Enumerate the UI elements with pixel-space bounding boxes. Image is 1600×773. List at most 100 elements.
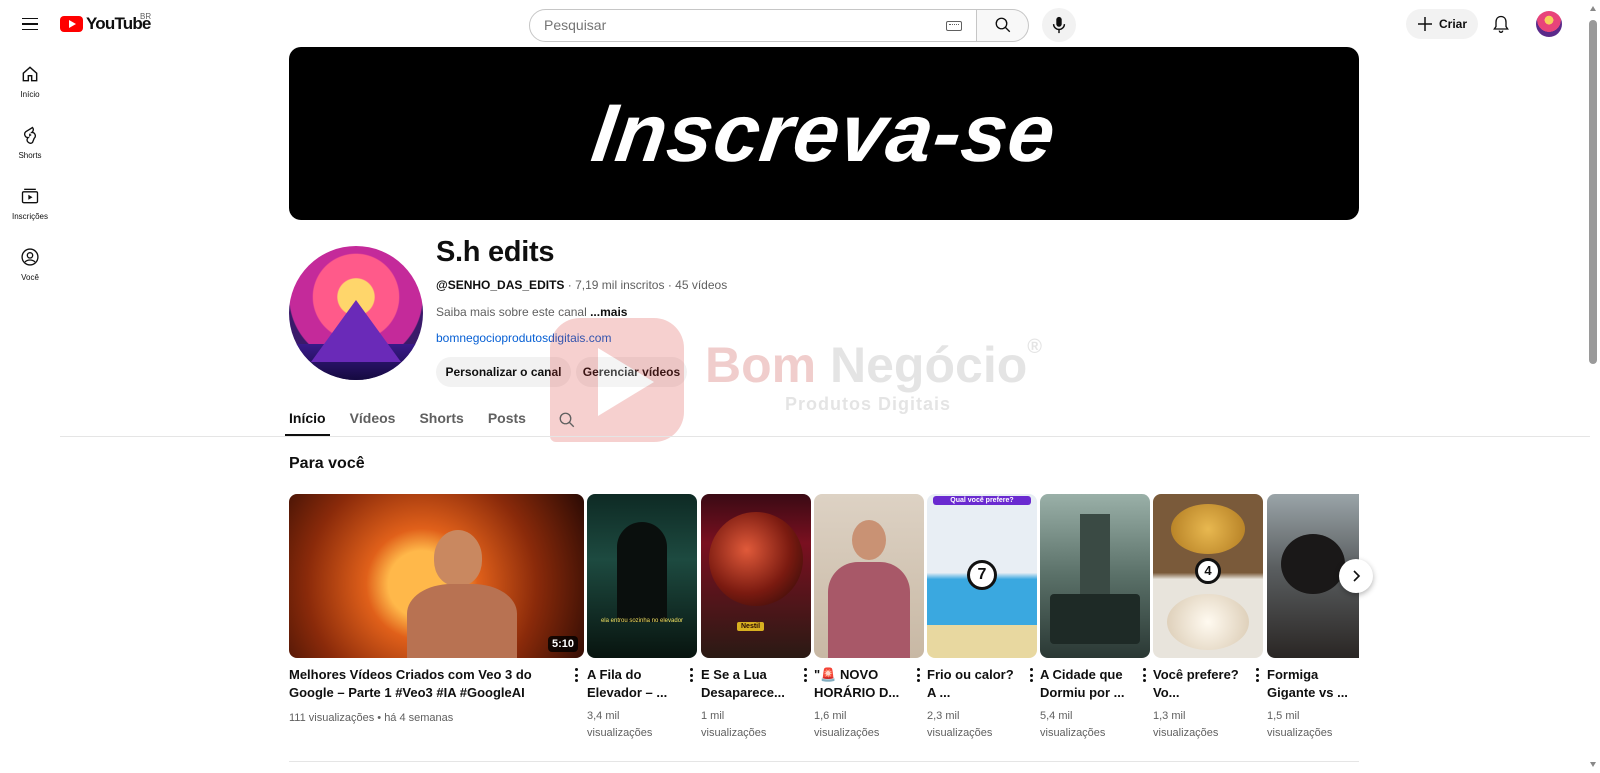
- featured-video-card[interactable]: 5:10 Melhores Vídeos Criados com Veo 3 d…: [289, 494, 584, 727]
- short-thumbnail[interactable]: ela entrou sozinha no elevador: [587, 494, 697, 658]
- search-button[interactable]: [977, 8, 1029, 42]
- short-title[interactable]: "🚨 NOVO HORÁRIO D...: [814, 666, 906, 702]
- views-count: 5,4 mil: [1040, 710, 1073, 722]
- short-card[interactable]: "🚨 NOVO HORÁRIO D... 1,6 mil visualizaçõe…: [814, 494, 924, 742]
- search-box: [529, 8, 977, 42]
- page-scrollbar[interactable]: [1589, 20, 1597, 364]
- search-input[interactable]: [544, 17, 924, 33]
- scroll-down-arrow[interactable]: [1590, 762, 1596, 767]
- channel-avatar: [289, 246, 423, 380]
- create-label: Criar: [1438, 17, 1467, 31]
- customize-channel-button[interactable]: Personalizar o canal: [436, 357, 571, 387]
- views-word: visualizações: [587, 727, 653, 739]
- top-bar: YouTube BR Criar: [0, 0, 1600, 48]
- short-card[interactable]: A Cidade que Dormiu por ... 5,4 mil visua…: [1040, 494, 1150, 742]
- short-views: 1,3 mil visualizações: [1153, 708, 1245, 742]
- thumbnail-planet: [709, 512, 803, 606]
- short-caption: Qual você prefere?: [933, 496, 1031, 505]
- short-card[interactable]: 4 Você prefere? Vo... 1,3 mil visualizaçõ…: [1153, 494, 1263, 742]
- views-word: visualizações: [927, 727, 993, 739]
- short-caption: ela entrou sozinha no elevador: [600, 618, 684, 624]
- views-count: 1,5 mil: [1267, 710, 1300, 722]
- sidebar-item-subscriptions[interactable]: Inscrições: [0, 186, 60, 221]
- more-options-icon[interactable]: [1251, 666, 1263, 684]
- more-options-icon[interactable]: [685, 666, 697, 684]
- sidebar-item-shorts[interactable]: Shorts: [0, 125, 60, 160]
- channel-tabs: Início Vídeos Shorts Posts: [285, 400, 576, 436]
- video-meta: 111 visualizações • há 4 semanas: [289, 712, 454, 724]
- short-card[interactable]: ela entrou sozinha no elevador A Fila do…: [587, 494, 697, 742]
- short-thumbnail[interactable]: [1040, 494, 1150, 658]
- more-options-icon[interactable]: [1025, 666, 1037, 684]
- account-avatar[interactable]: [1536, 11, 1562, 37]
- search-icon[interactable]: [558, 411, 576, 429]
- youtube-logo[interactable]: YouTube BR: [60, 12, 151, 34]
- short-thumbnail[interactable]: 4: [1153, 494, 1263, 658]
- short-title[interactable]: Formiga Gigante vs ...: [1267, 666, 1359, 702]
- watermark-logo: Bom Negócio® Produtos Digitais: [540, 318, 1060, 458]
- thumbnail-bowl-top: [1171, 504, 1245, 554]
- short-title[interactable]: E Se a Lua Desaparece...: [701, 666, 793, 702]
- menu-icon[interactable]: [18, 12, 42, 36]
- scroll-up-arrow[interactable]: [1590, 6, 1596, 11]
- tab-home[interactable]: Início: [285, 400, 330, 436]
- short-thumbnail[interactable]: Nestil: [701, 494, 811, 658]
- more-options-icon[interactable]: [799, 666, 811, 684]
- short-thumbnail[interactable]: Qual você prefere? 7: [927, 494, 1037, 658]
- short-card[interactable]: Formiga Gigante vs ... 1,5 mil visualizaç…: [1267, 494, 1359, 742]
- video-duration: 5:10: [547, 636, 578, 652]
- short-views: 1,6 mil visualizações: [814, 708, 906, 742]
- about-more: ...mais: [590, 305, 628, 319]
- short-card[interactable]: Nestil E Se a Lua Desaparece... 1 mil vis…: [701, 494, 811, 742]
- short-title[interactable]: Frio ou calor? A ...: [927, 666, 1019, 702]
- short-title[interactable]: A Cidade que Dormiu por ...: [1040, 666, 1132, 702]
- create-button[interactable]: Criar: [1406, 9, 1478, 39]
- video-thumbnail[interactable]: 5:10: [289, 494, 584, 658]
- watermark-title-b: Negócio: [830, 337, 1028, 393]
- video-title[interactable]: Melhores Vídeos Criados com Veo 3 do Goo…: [289, 666, 551, 702]
- short-title[interactable]: Você prefere? Vo...: [1153, 666, 1245, 702]
- views-count: 3,4 mil: [587, 710, 620, 722]
- section-title: Para você: [289, 455, 365, 472]
- subscriber-count: 7,19 mil inscritos: [575, 278, 665, 292]
- watermark-registered: ®: [1027, 336, 1043, 358]
- short-views: 1,5 mil visualizações: [1267, 708, 1359, 742]
- short-card[interactable]: Qual você prefere? 7 Frio ou calor? A ..…: [927, 494, 1037, 742]
- tab-posts[interactable]: Posts: [488, 400, 526, 436]
- manage-videos-button[interactable]: Gerenciar vídeos: [576, 357, 687, 387]
- views-count: 2,3 mil: [927, 710, 960, 722]
- short-thumbnail[interactable]: [814, 494, 924, 658]
- more-options-icon[interactable]: [570, 666, 582, 684]
- keyboard-icon[interactable]: [946, 20, 962, 31]
- banner-text: Inscreva-se: [586, 87, 1062, 179]
- channel-external-link[interactable]: bomnegocioprodutosdigitais.com: [436, 331, 611, 345]
- short-badge: 4: [1195, 558, 1221, 584]
- watermark-subtitle: Produtos Digitais: [785, 394, 952, 414]
- sidebar-item-label: Inscrições: [11, 212, 48, 221]
- thumbnail-face: [852, 520, 886, 560]
- channel-about-link[interactable]: Saiba mais sobre este canal ...mais: [436, 305, 627, 319]
- section-divider: [289, 761, 1359, 762]
- short-views: 1 mil visualizações: [701, 708, 793, 742]
- carousel-next-button[interactable]: [1339, 559, 1373, 593]
- youtube-channel-page: YouTube BR Criar Início Shorts: [0, 0, 1600, 773]
- thumbnail-figure: [617, 522, 667, 622]
- voice-search-button[interactable]: [1042, 8, 1076, 42]
- short-views: 5,4 mil visualizações: [1040, 708, 1132, 742]
- short-views: 2,3 mil visualizações: [927, 708, 1019, 742]
- short-title[interactable]: A Fila do Elevador – ...: [587, 666, 679, 702]
- more-options-icon[interactable]: [912, 666, 924, 684]
- views-count: 1,3 mil: [1153, 710, 1186, 722]
- thumbnail-body: [407, 584, 517, 658]
- views-word: visualizações: [1267, 727, 1333, 739]
- more-options-icon[interactable]: [1138, 666, 1150, 684]
- tab-shorts[interactable]: Shorts: [419, 400, 463, 436]
- sidebar-item-you[interactable]: Você: [0, 247, 60, 282]
- user-icon: [21, 248, 39, 266]
- tab-videos[interactable]: Vídeos: [350, 400, 396, 436]
- notifications-bell-icon[interactable]: [1491, 14, 1511, 34]
- views-word: visualizações: [701, 727, 767, 739]
- sidebar-item-home[interactable]: Início: [0, 64, 60, 99]
- subscriptions-icon: [21, 188, 39, 204]
- search-bar: [529, 8, 1076, 42]
